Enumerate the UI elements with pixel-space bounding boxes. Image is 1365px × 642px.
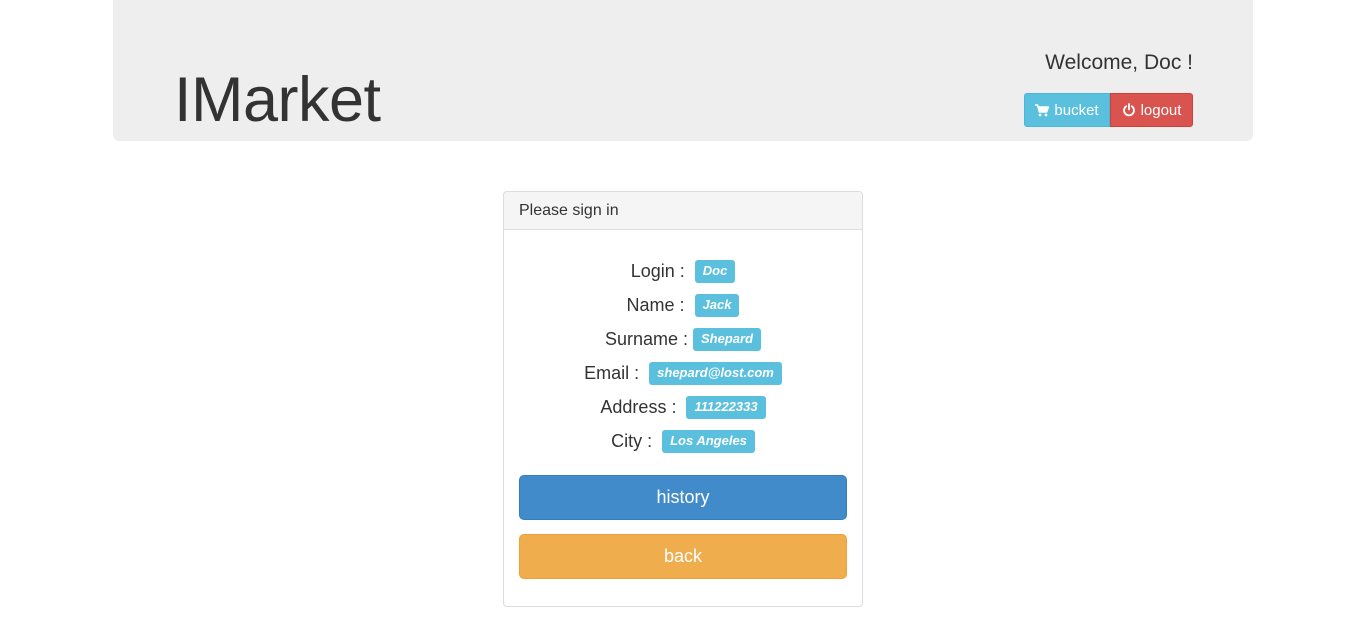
address-label: Address : [600,396,682,417]
header-jumbotron: IMarket Welcome, Doc ! bucket logout [113,0,1253,141]
city-row: City : Los Angeles [519,424,847,458]
address-value-badge: 111222333 [686,395,766,419]
surname-row: Surname : Shepard [519,322,847,356]
logout-button[interactable]: logout [1110,93,1193,127]
welcome-message: Welcome, Doc ! [1045,51,1193,74]
address-row: Address : 111222333 [519,390,847,424]
brand-title: IMarket [174,65,381,135]
header-button-group: bucket logout [1024,93,1193,127]
bucket-button[interactable]: bucket [1024,93,1110,127]
surname-value-badge: Shepard [693,327,762,351]
login-row: Login : Doc [519,254,847,288]
profile-panel: Please sign in Login : Doc Name : Jack S… [503,191,863,607]
bucket-label: bucket [1054,101,1099,119]
login-value-badge: Doc [694,259,736,283]
email-label: Email : [584,362,645,383]
city-value-badge: Los Angeles [662,429,755,453]
panel-heading: Please sign in [504,192,862,230]
login-label: Login : [630,260,690,281]
logout-label: logout [1140,101,1182,119]
surname-label: Surname : [604,328,689,349]
name-value-badge: Jack [694,293,740,317]
history-button[interactable]: history [519,475,847,520]
email-value-badge: shepard@lost.com [649,361,782,385]
name-row: Name : Jack [519,288,847,322]
power-icon [1122,103,1136,117]
name-label: Name : [626,294,690,315]
back-button[interactable]: back [519,534,847,579]
email-row: Email : shepard@lost.com [519,356,847,390]
city-label: City : [611,430,658,451]
cart-icon [1035,103,1050,117]
panel-body: Login : Doc Name : Jack Surname : Shepar… [504,230,862,579]
